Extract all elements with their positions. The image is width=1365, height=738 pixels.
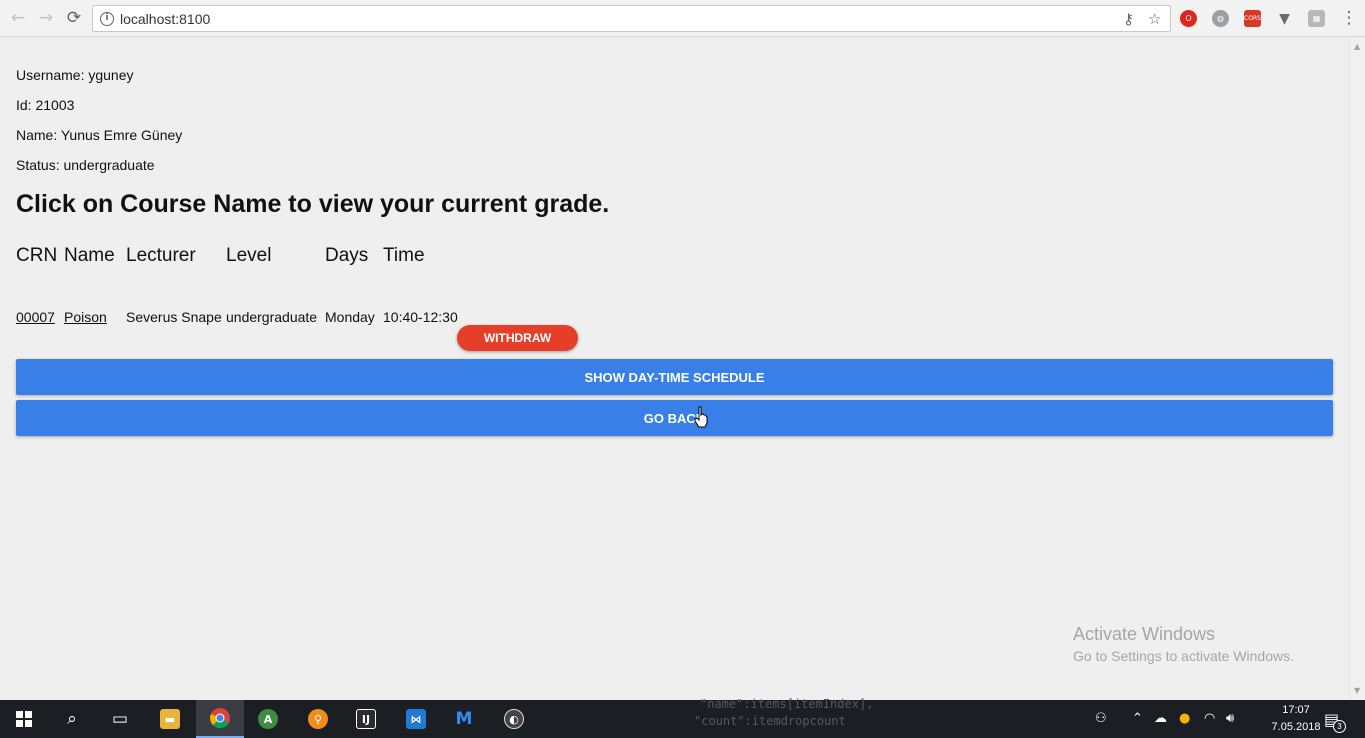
header-time: Time <box>383 245 425 266</box>
show-schedule-button[interactable]: SHOW DAY-TIME SCHEDULE <box>16 359 1333 395</box>
reload-button[interactable]: ⟳ <box>64 8 84 28</box>
windows-taskbar: "name":items[itemIndex], "count":itemdro… <box>0 697 1365 738</box>
course-name-link[interactable]: Poison <box>64 309 107 325</box>
wifi-icon[interactable]: ◠ <box>1204 711 1215 726</box>
background-code-line: "name":items[itemIndex], <box>700 697 874 711</box>
forward-button[interactable]: → <box>36 8 56 28</box>
windows-start-icon[interactable] <box>0 700 48 738</box>
url-text[interactable]: localhost:8100 <box>120 11 210 27</box>
onedrive-icon[interactable]: ☁ <box>1154 711 1167 726</box>
time-cell: 10:40-12:30 <box>383 309 458 325</box>
level-cell: undergraduate <box>226 309 318 325</box>
file-explorer-icon[interactable]: ▬ <box>146 700 194 738</box>
scroll-up-icon[interactable]: ▲ <box>1354 42 1360 51</box>
android-studio-icon[interactable]: A <box>244 700 292 738</box>
username-text: Username: yguney <box>16 67 134 83</box>
go-back-button[interactable]: GO BACK <box>16 400 1333 436</box>
chrome-icon[interactable] <box>196 700 244 738</box>
vscode-icon[interactable]: ⋈ <box>392 700 440 738</box>
volume-icon[interactable]: 🔊︎ <box>1226 711 1234 726</box>
key-icon[interactable]: ⚷ <box>1123 10 1134 28</box>
vue-extension-icon[interactable]: ▼ <box>1276 10 1293 27</box>
name-text: Name: Yunus Emre Güney <box>16 127 183 143</box>
header-crn: CRN <box>16 245 58 266</box>
malwarebytes-icon[interactable]: M <box>440 700 488 738</box>
background-code-line: "count":itemdropcount <box>694 714 846 728</box>
address-bar[interactable]: i localhost:8100 ⚷ ☆ <box>92 5 1171 32</box>
header-level: Level <box>226 245 272 266</box>
header-lecturer: Lecturer <box>126 245 196 266</box>
crn-link[interactable]: 00007 <box>16 309 55 325</box>
search-app-icon[interactable]: ⚲ <box>294 700 342 738</box>
header-days: Days <box>325 245 369 266</box>
clock-time[interactable]: 17:07 <box>1267 704 1325 716</box>
notification-count-badge: 3 <box>1333 720 1346 733</box>
star-icon[interactable]: ☆ <box>1148 10 1161 28</box>
info-icon[interactable]: i <box>100 12 114 26</box>
activate-windows-subtitle: Go to Settings to activate Windows. <box>1073 648 1294 664</box>
id-text: Id: 21003 <box>16 97 75 113</box>
scroll-down-icon[interactable]: ▼ <box>1354 686 1360 695</box>
page-headline: Click on Course Name to view your curren… <box>16 190 610 218</box>
browser-toolbar: ← → ⟳ i localhost:8100 ⚷ ☆ O ◍ CORS ▼ ▦ … <box>0 0 1365 37</box>
intellij-icon[interactable]: IJ <box>342 700 390 738</box>
chevron-up-icon[interactable]: ⌃ <box>1132 711 1143 726</box>
hand-cursor-icon <box>694 406 708 428</box>
media-extension-icon[interactable]: ▦ <box>1308 10 1325 27</box>
back-button[interactable]: ← <box>8 8 28 28</box>
status-text: Status: undergraduate <box>16 157 155 173</box>
activate-windows-title: Activate Windows <box>1073 624 1216 644</box>
lecturer-cell: Severus Snape <box>126 309 222 325</box>
header-name: Name <box>64 245 115 266</box>
task-view-icon[interactable]: ▭ <box>96 700 144 738</box>
page-scrollbar[interactable]: ▲ ▼ <box>1349 38 1365 700</box>
search-icon[interactable]: ⌕ <box>48 700 96 738</box>
opera-extension-icon[interactable]: O <box>1180 10 1197 27</box>
globe-extension-icon[interactable]: ◍ <box>1212 10 1229 27</box>
people-icon[interactable]: ⚇ <box>1095 711 1107 726</box>
days-cell: Monday <box>325 309 375 325</box>
withdraw-button[interactable]: WITHDRAW <box>457 325 578 351</box>
cors-extension-icon[interactable]: CORS <box>1244 10 1261 27</box>
chrome-tray-icon[interactable]: ● <box>1179 711 1190 726</box>
page-content: Username: yguney Id: 21003 Name: Yunus E… <box>0 38 1349 700</box>
obs-icon[interactable]: ◐ <box>490 700 538 738</box>
menu-icon[interactable]: ⋮ <box>1339 8 1359 28</box>
